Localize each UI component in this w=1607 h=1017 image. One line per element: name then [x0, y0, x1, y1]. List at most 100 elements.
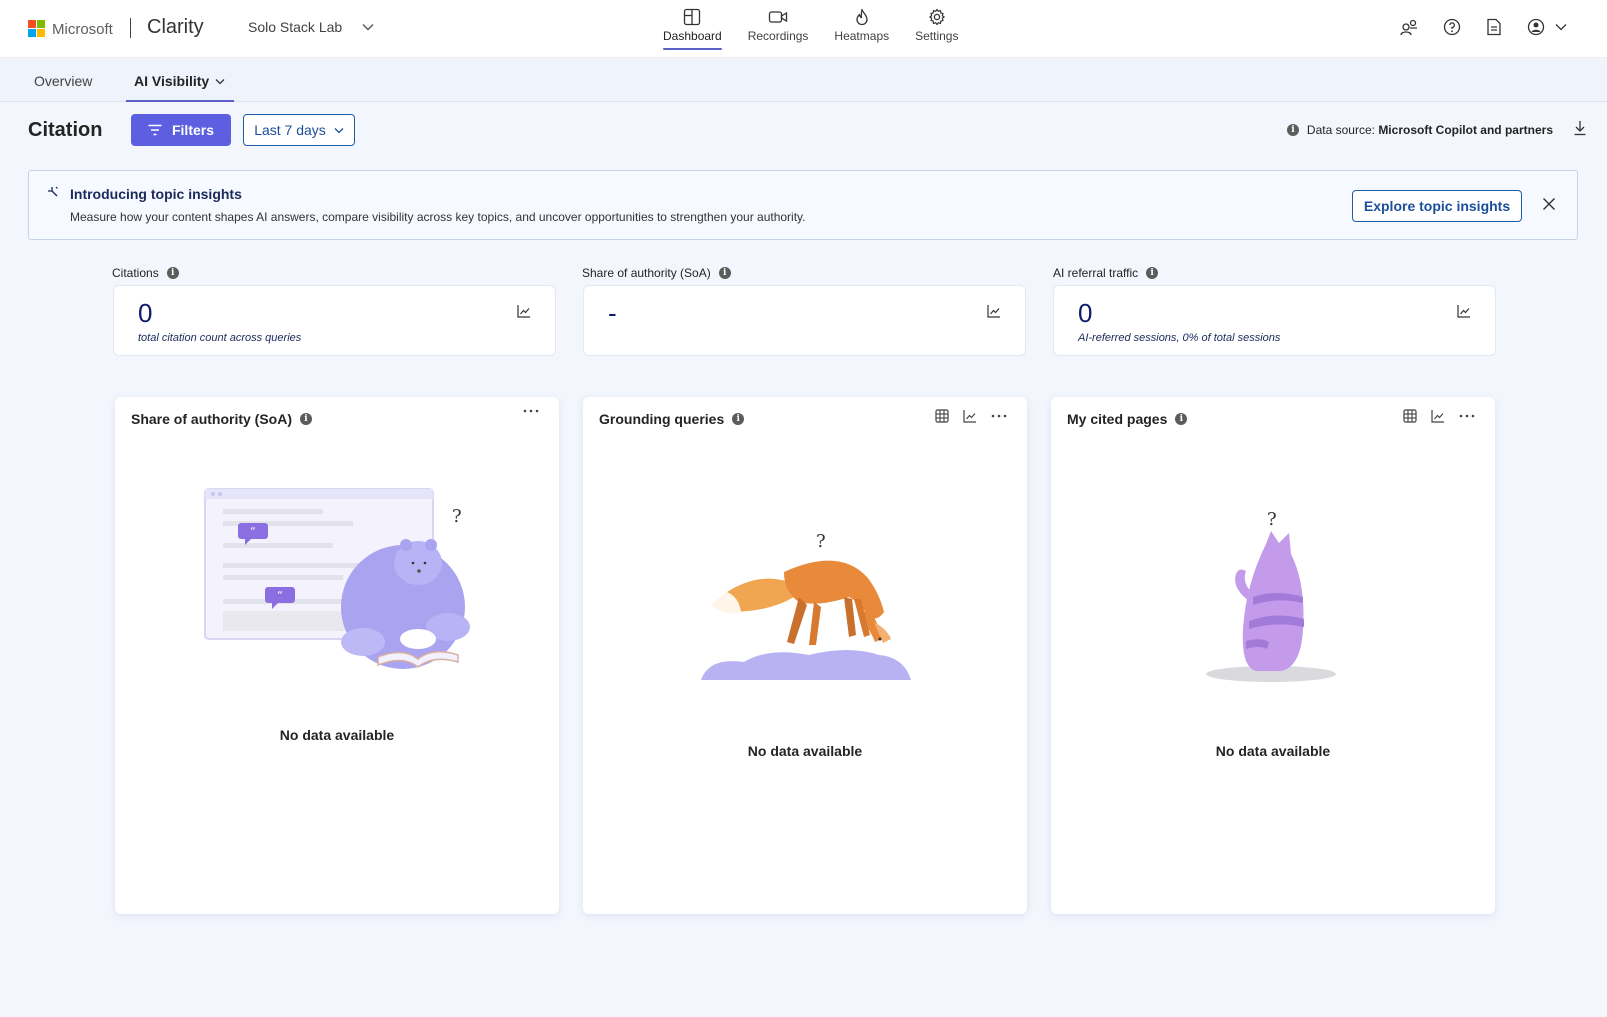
date-range-label: Last 7 days	[254, 122, 326, 138]
nav-settings-label: Settings	[915, 29, 959, 43]
panel-my-cited-pages: My cited pages i ? No data available	[1051, 397, 1495, 914]
question-mark: ?	[1267, 509, 1277, 530]
microsoft-logo[interactable]: Microsoft	[28, 20, 113, 38]
nav-dashboard-label: Dashboard	[663, 29, 722, 43]
info-icon[interactable]: i	[1286, 124, 1299, 136]
no-data-message: No data available	[1215, 743, 1331, 759]
product-name[interactable]: Clarity	[147, 16, 204, 39]
trend-chart-icon[interactable]	[517, 304, 531, 323]
kpi-card-soa: -	[583, 285, 1026, 356]
info-icon[interactable]: i	[732, 413, 745, 425]
panel-actions	[523, 409, 539, 413]
panel-grounding-queries: Grounding queries i ? No data available	[583, 397, 1027, 914]
kpi-citations-label: Citations i	[112, 266, 179, 280]
panel-title-text: Grounding queries	[599, 411, 725, 427]
kpi-subtext: total citation count across queries	[138, 332, 302, 344]
nav-settings[interactable]: Settings	[902, 8, 971, 58]
question-mark: ?	[452, 506, 462, 527]
trend-chart-icon[interactable]	[1431, 409, 1445, 423]
kpi-subtext: AI-referred sessions, 0% of total sessio…	[1078, 332, 1281, 344]
panel-title: Share of authority (SoA) i	[131, 411, 313, 427]
user-avatar-icon	[1527, 18, 1545, 36]
topic-insights-banner: Introducing topic insights Measure how y…	[28, 170, 1578, 240]
no-data-message: No data available	[747, 743, 863, 759]
question-mark: ?	[816, 531, 826, 552]
kpi-label-text: AI referral traffic	[1053, 266, 1139, 280]
dashboard-icon	[684, 8, 701, 26]
date-range-dropdown[interactable]: Last 7 days	[243, 114, 355, 146]
kpi-card-referral: 0 AI-referred sessions, 0% of total sess…	[1053, 285, 1496, 356]
share-users-icon[interactable]	[1400, 18, 1418, 36]
data-source: i Data source: Microsoft Copilot and par…	[1286, 123, 1553, 137]
table-view-icon[interactable]	[935, 409, 949, 423]
gear-icon	[928, 8, 945, 26]
nav-dashboard[interactable]: Dashboard	[650, 8, 735, 58]
kpi-value: -	[608, 298, 617, 328]
sub-tabs: Overview AI Visibility	[0, 59, 1607, 102]
svg-text:“: “	[250, 525, 256, 538]
kpi-referral-label: AI referral traffic i	[1053, 266, 1159, 280]
top-bar: Microsoft Clarity Solo Stack Lab Dashboa…	[0, 0, 1607, 58]
no-data-message: No data available	[279, 727, 395, 743]
tab-ai-visibility[interactable]: AI Visibility	[134, 73, 225, 89]
trend-chart-icon[interactable]	[1457, 304, 1471, 323]
tab-overview[interactable]: Overview	[34, 73, 92, 89]
more-options-icon[interactable]	[523, 409, 539, 413]
info-icon[interactable]: i	[718, 267, 731, 279]
nav-recordings[interactable]: Recordings	[735, 8, 822, 58]
brand-name: Microsoft	[52, 20, 113, 38]
info-icon[interactable]: i	[1175, 413, 1188, 425]
active-tab-indicator	[126, 100, 234, 102]
chevron-down-icon	[1555, 24, 1567, 31]
data-source-label: Data source:	[1306, 123, 1375, 137]
panel-title: My cited pages i	[1067, 411, 1188, 427]
info-icon[interactable]: i	[300, 413, 313, 425]
cat-illustration: ?	[1206, 509, 1336, 682]
project-name: Solo Stack Lab	[248, 19, 343, 35]
nav-recordings-label: Recordings	[747, 29, 809, 43]
logo-divider	[130, 18, 131, 38]
filters-button[interactable]: Filters	[131, 114, 231, 146]
explore-topic-insights-button[interactable]: Explore topic insights	[1352, 190, 1522, 222]
panel-actions	[935, 409, 1007, 423]
kpi-value: 0	[138, 298, 153, 328]
chevron-down-icon	[362, 24, 374, 31]
help-icon[interactable]	[1443, 18, 1461, 36]
kpi-value: 0	[1078, 298, 1093, 328]
more-options-icon[interactable]	[991, 414, 1007, 418]
sparkle-icon	[47, 185, 59, 203]
close-icon[interactable]	[1542, 197, 1556, 216]
video-icon	[768, 11, 788, 23]
main-nav: Dashboard Recordings Heatmaps Settings	[650, 8, 971, 58]
panel-actions	[1403, 409, 1475, 423]
account-menu[interactable]	[1527, 18, 1567, 36]
trend-chart-icon[interactable]	[963, 409, 977, 423]
panel-share-of-authority: Share of authority (SoA) i “ “ ? No data…	[115, 397, 559, 914]
svg-text:“: “	[277, 589, 283, 602]
nav-heatmaps-label: Heatmaps	[834, 29, 890, 43]
filter-icon	[148, 124, 162, 136]
chevron-down-icon	[334, 127, 344, 133]
more-options-icon[interactable]	[1459, 414, 1475, 418]
info-icon[interactable]: i	[166, 267, 179, 279]
trend-chart-icon[interactable]	[987, 304, 1001, 323]
info-icon[interactable]: i	[1146, 267, 1159, 279]
banner-description: Measure how your content shapes AI answe…	[70, 210, 806, 224]
panel-title: Grounding queries i	[599, 411, 745, 427]
panel-title-text: My cited pages	[1067, 411, 1168, 427]
chevron-down-icon	[215, 78, 225, 84]
banner-title: Introducing topic insights	[70, 186, 242, 202]
kpi-card-citations: 0 total citation count across queries	[113, 285, 556, 356]
document-icon[interactable]	[1486, 18, 1502, 36]
table-view-icon[interactable]	[1403, 409, 1417, 423]
kpi-label-text: Citations	[112, 266, 159, 280]
top-right-actions	[1400, 18, 1567, 36]
data-source-value: Microsoft Copilot and partners	[1378, 123, 1553, 137]
project-selector[interactable]: Solo Stack Lab	[248, 19, 374, 35]
tab-ai-visibility-label: AI Visibility	[134, 73, 210, 89]
page-title: Citation	[28, 119, 103, 141]
kpi-soa-label: Share of authority (SoA) i	[582, 266, 731, 280]
panel-title-text: Share of authority (SoA)	[131, 411, 293, 427]
download-button[interactable]	[1573, 120, 1587, 141]
nav-heatmaps[interactable]: Heatmaps	[821, 8, 902, 58]
